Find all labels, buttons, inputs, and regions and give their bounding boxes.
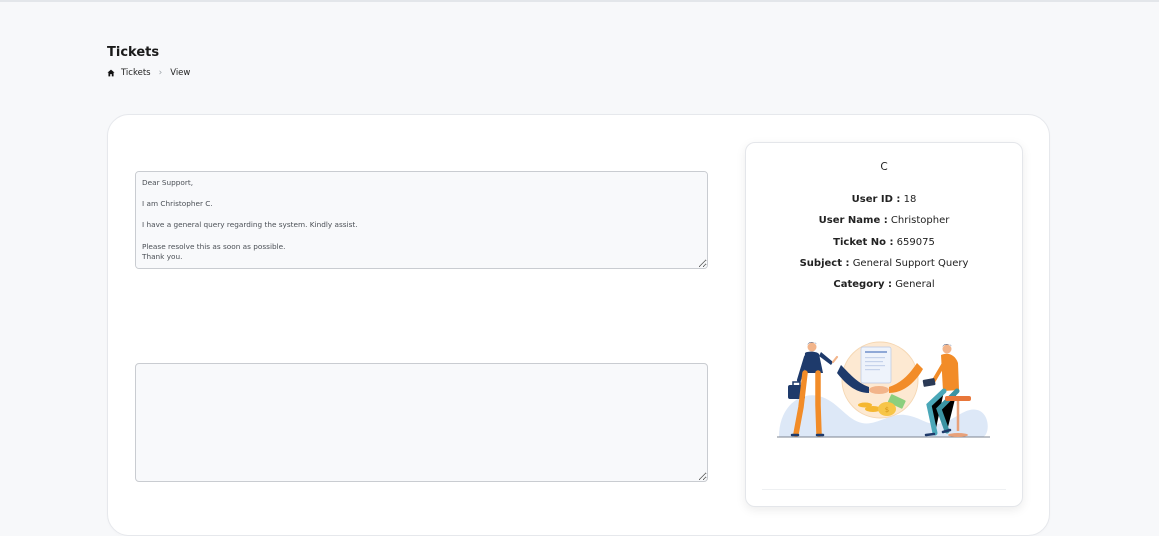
breadcrumb-item-tickets[interactable]: Tickets (121, 68, 151, 78)
info-value: 18 (903, 194, 917, 205)
info-row-subject: Subject : General Support Query (746, 258, 1022, 269)
info-row-category: Category : General (746, 279, 1022, 290)
info-value: Christopher (890, 215, 950, 226)
card-divider (762, 489, 1006, 490)
info-value: General (895, 279, 935, 290)
breadcrumb: Tickets › View (107, 68, 190, 78)
home-icon[interactable] (107, 69, 115, 77)
page-title: Tickets (107, 45, 160, 60)
top-border (0, 0, 1159, 2)
reply-textarea[interactable] (135, 363, 708, 482)
info-row-ticket-no: Ticket No : 659075 (746, 237, 1022, 248)
info-label: Ticket No : (833, 237, 894, 248)
info-value: General Support Query (852, 258, 969, 269)
breadcrumb-item-view: View (170, 68, 191, 78)
info-label: Category : (833, 279, 892, 290)
chevron-right-icon: › (158, 68, 163, 78)
info-row-user-id: User ID : 18 (746, 194, 1022, 205)
info-row-user-name: User Name : Christopher (746, 215, 1022, 226)
info-label: User ID : (851, 194, 901, 205)
handshake-illustration: $ (777, 341, 990, 438)
info-value: 659075 (896, 237, 935, 248)
ticket-message-textarea[interactable] (135, 171, 708, 269)
user-info-card: C User ID : 18 User Name : Christopher T… (745, 142, 1023, 507)
svg-text:$: $ (885, 406, 889, 414)
info-label: User Name : (818, 215, 888, 226)
avatar: C (880, 161, 888, 173)
info-label: Subject : (799, 258, 850, 269)
